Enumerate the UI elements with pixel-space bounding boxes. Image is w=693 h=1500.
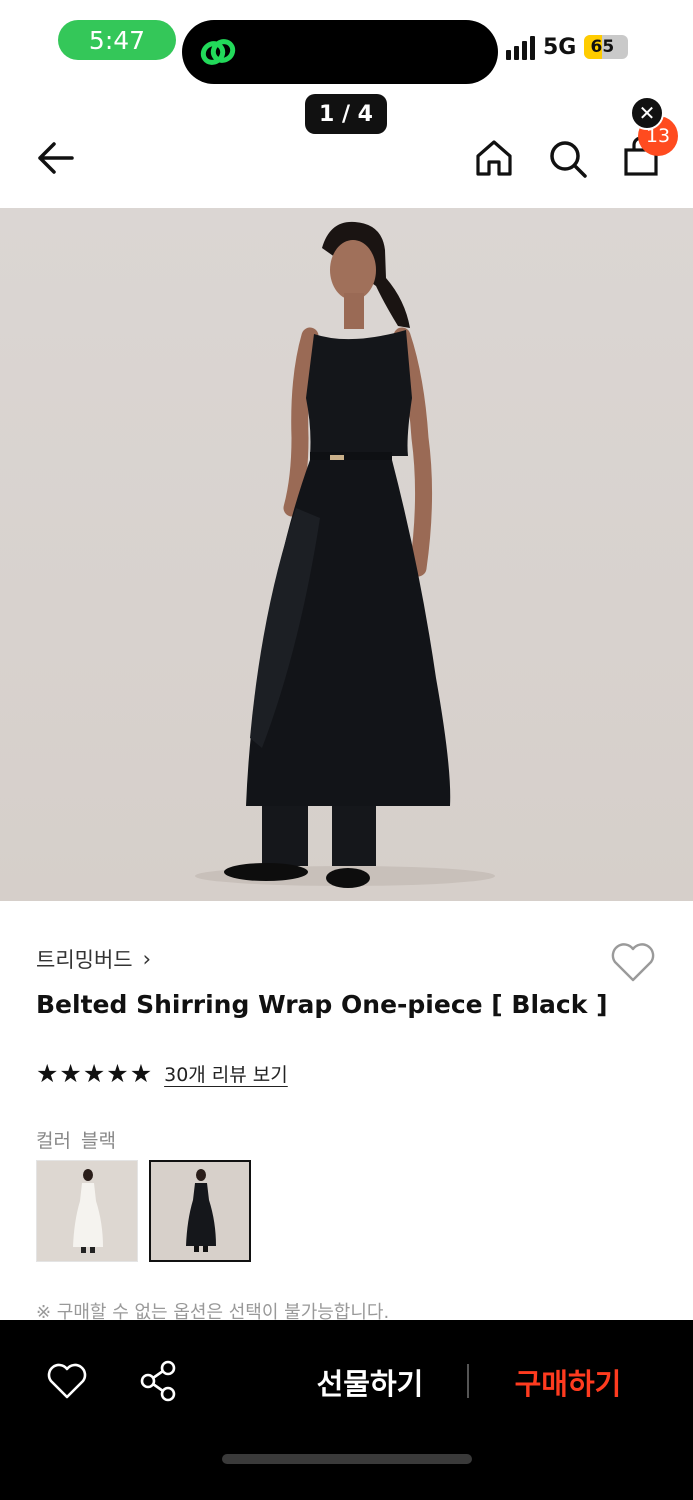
color-option-label: 컬러 블랙 [36, 1126, 116, 1153]
model-photo [195, 221, 495, 888]
status-bar: 5:47 5G 65 [0, 0, 693, 92]
link-app-icon [200, 39, 236, 65]
star-icon: ★ [106, 1059, 129, 1088]
color-swatch-black[interactable] [149, 1160, 251, 1262]
chevron-right-icon: › [142, 947, 152, 971]
star-icon: ★ [82, 1059, 106, 1088]
white-dress-thumbnail [37, 1161, 137, 1261]
option-notice: ※ 구매할 수 없는 옵션은 선택이 불가능합니다. [36, 1302, 390, 1320]
divider [467, 1364, 469, 1398]
home-indicator[interactable] [222, 1454, 472, 1464]
product-image[interactable] [0, 208, 693, 901]
review-link[interactable]: 30개 리뷰 보기 [164, 1060, 288, 1087]
brand-name: 트리밍버드 [36, 948, 133, 972]
battery-level: 65 [590, 37, 615, 57]
back-arrow-icon[interactable] [30, 134, 86, 182]
gift-button[interactable]: 선물하기 [300, 1358, 440, 1406]
search-icon[interactable] [545, 134, 591, 182]
color-swatch-white[interactable] [36, 1160, 138, 1262]
star-icon: ★ [36, 1059, 59, 1088]
share-icon[interactable] [138, 1360, 178, 1402]
network-type: 5G [543, 34, 577, 60]
star-icon: ★ [129, 1059, 153, 1088]
signal-icon [506, 34, 535, 60]
product-title: Belted Shirring Wrap One-piece [ Black ] [36, 990, 608, 1019]
dynamic-island[interactable] [182, 20, 498, 84]
rating-row: ★ ★ ★ ★ ★ 30개 리뷰 보기 [36, 1060, 288, 1087]
battery-icon: 65 [584, 35, 629, 59]
bottom-action-bar: 선물하기 구매하기 [0, 1320, 693, 1500]
color-value: 블랙 [80, 1130, 116, 1152]
buy-button[interactable]: 구매하기 [498, 1358, 638, 1406]
close-icon[interactable]: ✕ [630, 96, 664, 130]
status-time[interactable]: 5:47 [58, 20, 176, 60]
star-icon: ★ [59, 1059, 82, 1088]
heart-icon[interactable] [608, 940, 658, 984]
brand-link[interactable]: 트리밍버드 › [36, 944, 151, 974]
black-dress-thumbnail [151, 1162, 249, 1260]
color-label: 컬러 [36, 1130, 71, 1152]
rating-stars: ★ ★ ★ ★ ★ [36, 1061, 152, 1086]
image-counter: 1 / 4 [305, 94, 387, 134]
heart-icon[interactable] [46, 1362, 88, 1400]
home-icon[interactable] [472, 134, 516, 182]
status-indicators: 5G 65 [506, 32, 629, 62]
